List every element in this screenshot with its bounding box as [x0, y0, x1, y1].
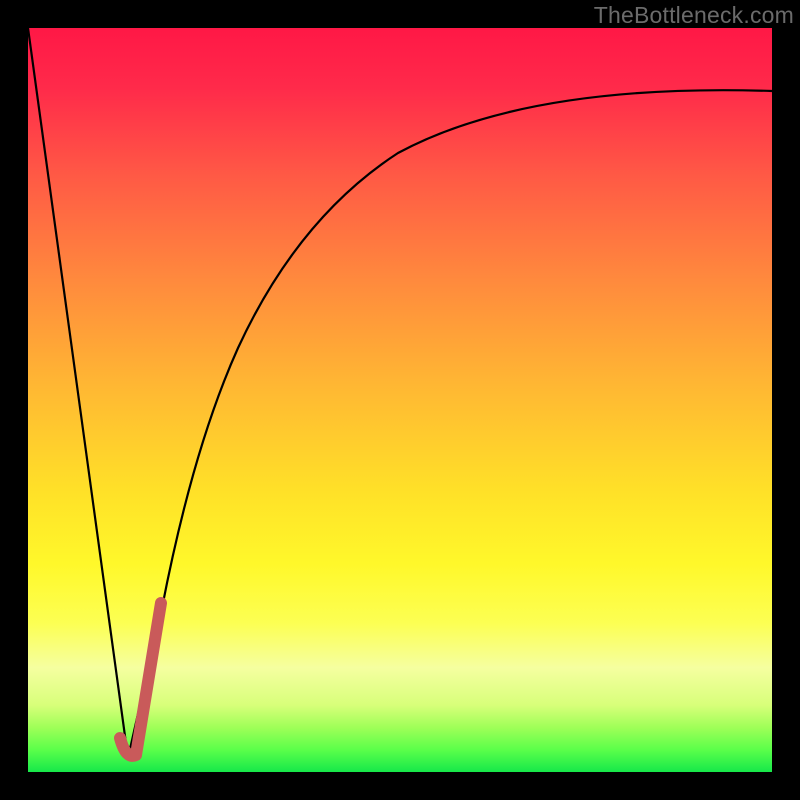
right-rising-curve: [128, 90, 772, 758]
marker-tick: [120, 603, 161, 756]
left-falling-line: [28, 28, 128, 758]
plot-area: [28, 28, 772, 772]
curves-svg: [28, 28, 772, 772]
watermark-text: TheBottleneck.com: [594, 2, 794, 29]
chart-frame: TheBottleneck.com: [0, 0, 800, 800]
